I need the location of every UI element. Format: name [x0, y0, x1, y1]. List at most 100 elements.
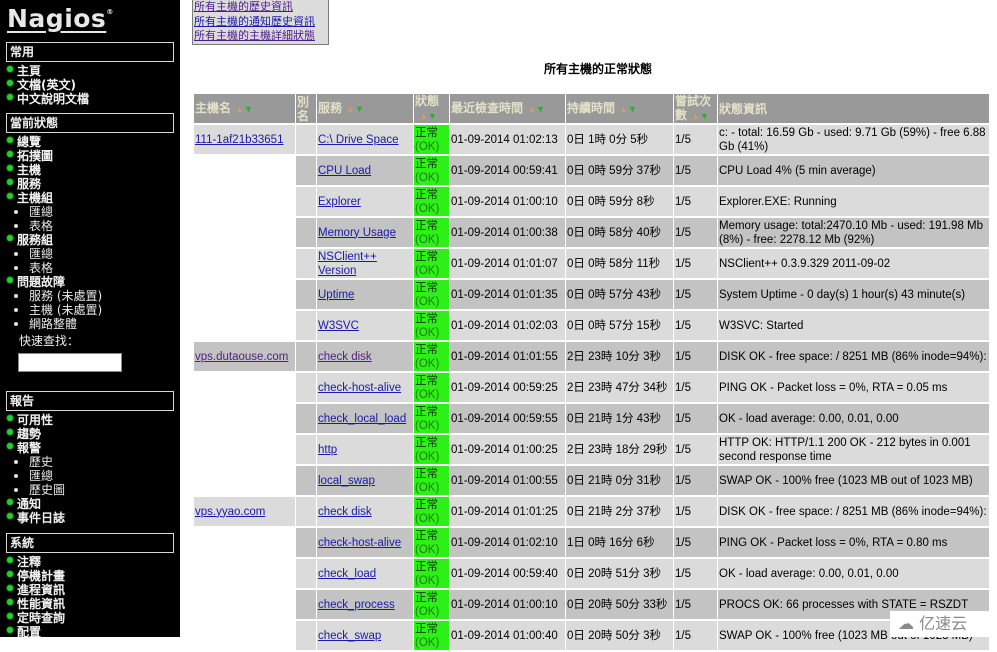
duration-cell: 2日 23時 10分 3秒: [566, 342, 673, 373]
service-link[interactable]: http: [318, 444, 337, 456]
status-info-cell: Memory usage: total:2470.10 Mb - used: 1…: [718, 218, 989, 249]
sidebar-item[interactable]: 通知: [0, 497, 180, 511]
host-link[interactable]: vps.dutaouse.com: [195, 351, 288, 363]
sidebar-subitem[interactable]: 歷史圖: [0, 483, 180, 497]
host-link[interactable]: vps.yyao.com: [195, 506, 265, 518]
sidebar-item[interactable]: 定時查詢: [0, 611, 180, 625]
service-link[interactable]: W3SVC: [318, 320, 359, 332]
sidebar-item[interactable]: 配置: [0, 625, 180, 637]
service-link[interactable]: check_swap: [318, 630, 381, 642]
alias-cell: [296, 280, 316, 311]
sidebar-item[interactable]: 服務: [0, 177, 180, 191]
col-host[interactable]: 主機名 ▲▼: [194, 94, 295, 125]
sidebar-item[interactable]: 主頁: [0, 64, 180, 78]
sort-arrows-icon[interactable]: ▲▼: [346, 102, 364, 116]
link-all-hosts-notifications[interactable]: 所有主機的通知歷史資訊: [194, 15, 327, 30]
sidebar-item[interactable]: 停機計畫: [0, 569, 180, 583]
service-link[interactable]: Uptime: [318, 289, 354, 301]
sidebar-item[interactable]: 可用性: [0, 413, 180, 427]
service-link[interactable]: NSClient++ Version: [318, 251, 377, 277]
service-link[interactable]: CPU Load: [318, 165, 371, 177]
col-duration[interactable]: 持續時間 ▲▼: [566, 94, 673, 125]
sort-arrows-icon[interactable]: ▲▼: [619, 102, 637, 116]
sidebar-item[interactable]: 報警: [0, 441, 180, 455]
host-link[interactable]: 111-1af21b33651: [195, 134, 283, 146]
green-bullet-icon: [7, 513, 13, 519]
service-link[interactable]: check_local_load: [318, 413, 406, 425]
table-row: check_process 正常 (OK) 01-09-2014 01:00:10 0日…: [194, 590, 989, 621]
attempt-cell: 1/5: [674, 125, 717, 156]
status-info-cell: HTTP OK: HTTP/1.1 200 OK - 212 bytes in …: [718, 435, 989, 466]
sidebar-subitem[interactable]: 服務 (未處置): [0, 289, 180, 303]
sidebar-subitem[interactable]: 匯總: [0, 205, 180, 219]
service-link[interactable]: Explorer: [318, 196, 361, 208]
service-link[interactable]: local_swap: [318, 475, 375, 487]
link-all-hosts-history[interactable]: 所有主機的歷史資訊: [194, 0, 327, 15]
sidebar-item[interactable]: 主機組: [0, 191, 180, 205]
status-info-cell: OK - load average: 0.00, 0.01, 0.00: [718, 559, 989, 590]
sidebar-subitem[interactable]: 表格: [0, 261, 180, 275]
service-link[interactable]: check disk: [318, 351, 372, 363]
sort-arrows-icon[interactable]: ▲▼: [691, 109, 709, 123]
attempt-cell: 1/5: [674, 311, 717, 342]
quick-search-input[interactable]: [18, 353, 122, 372]
sidebar-item[interactable]: 拓撲圖: [0, 149, 180, 163]
nav-section: 常用 主頁 文檔(英文) 中文說明文檔: [0, 42, 180, 106]
sidebar-item[interactable]: 中文說明文檔: [0, 92, 180, 106]
service-link[interactable]: C:\ Drive Space: [318, 134, 399, 146]
host-cell: [194, 280, 295, 311]
status-label: 正常: [415, 219, 438, 232]
sidebar-item[interactable]: 總覽: [0, 135, 180, 149]
green-bullet-icon: [7, 66, 13, 72]
sidebar-item[interactable]: 性能資訊: [0, 597, 180, 611]
col-status[interactable]: 狀態▲▼: [414, 94, 449, 125]
service-link[interactable]: check-host-alive: [318, 537, 401, 549]
table-row: check_load 正常 (OK) 01-09-2014 00:59:40 0日 20…: [194, 559, 989, 590]
status-code: (OK): [415, 605, 440, 618]
status-label: 正常: [415, 467, 438, 480]
sidebar-item[interactable]: 問題故障: [0, 275, 180, 289]
sort-arrows-icon[interactable]: ▲▼: [527, 102, 545, 116]
status-label: 正常: [415, 374, 438, 387]
sidebar-subitem[interactable]: 表格: [0, 219, 180, 233]
last-check-cell: 01-09-2014 01:01:55: [450, 342, 565, 373]
sidebar-item[interactable]: 事件日誌: [0, 511, 180, 525]
sidebar-subitem[interactable]: 匯總: [0, 247, 180, 261]
service-link[interactable]: Memory Usage: [318, 227, 396, 239]
service-link[interactable]: check_load: [318, 568, 376, 580]
status-label: 正常: [415, 312, 438, 325]
sidebar-item-label: 服務組: [17, 233, 54, 247]
service-cell: check disk: [317, 342, 413, 373]
status-code: (OK): [415, 419, 440, 432]
duration-cell: 0日 0時 57分 43秒: [566, 280, 673, 311]
sidebar-subitem[interactable]: 歷史: [0, 455, 180, 469]
col-attempt[interactable]: 嘗試次數 ▲▼: [674, 94, 717, 125]
sidebar-item[interactable]: 注釋: [0, 555, 180, 569]
status-info-cell: NSClient++ 0.3.9.329 2011-09-02: [718, 249, 989, 280]
sidebar-item[interactable]: 進程資訊: [0, 583, 180, 597]
service-link[interactable]: check disk: [318, 506, 372, 518]
sidebar-item[interactable]: 服務組: [0, 233, 180, 247]
sidebar-item[interactable]: 文檔(英文): [0, 78, 180, 92]
host-cell: [194, 187, 295, 218]
service-cell: Explorer: [317, 187, 413, 218]
sidebar-subitem[interactable]: 匯總: [0, 469, 180, 483]
sidebar-subitem[interactable]: 網路整體: [0, 317, 180, 331]
status-label: 正常: [415, 591, 438, 604]
col-last-check[interactable]: 最近檢查時間 ▲▼: [450, 94, 565, 125]
host-cell: [194, 559, 295, 590]
col-service-label: 服務: [318, 101, 343, 115]
nagios-logo[interactable]: Nagios®: [7, 4, 114, 33]
sort-arrows-icon[interactable]: ▲▼: [419, 109, 437, 123]
service-link[interactable]: check-host-alive: [318, 382, 401, 394]
status-ok-badge: 正常 (OK): [414, 311, 449, 342]
sort-arrows-icon[interactable]: ▲▼: [235, 102, 253, 116]
service-link[interactable]: check_process: [318, 599, 395, 611]
link-all-hosts-detail[interactable]: 所有主機的主機詳細狀態: [194, 29, 327, 44]
col-service[interactable]: 服務 ▲▼: [317, 94, 413, 125]
sidebar-item[interactable]: 主機: [0, 163, 180, 177]
sidebar-item[interactable]: 趨勢: [0, 427, 180, 441]
sidebar-subitem-label: 服務 (未處置): [29, 289, 103, 303]
sidebar-subitem[interactable]: 主機 (未處置): [0, 303, 180, 317]
green-bullet-icon: [7, 613, 13, 619]
